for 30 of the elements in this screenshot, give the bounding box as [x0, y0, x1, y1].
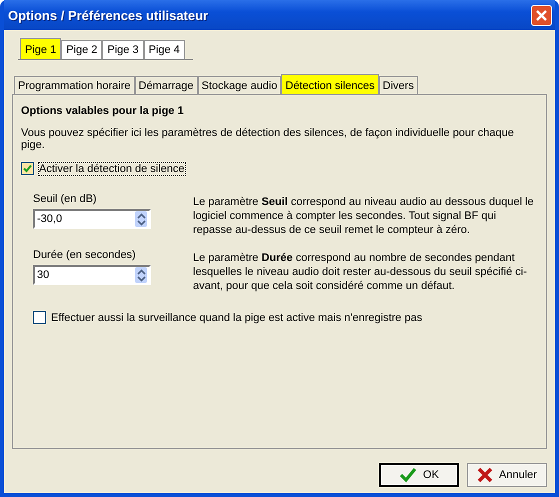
- field-description: Le paramètre Durée correspond au nombre de secondes pendant lesquelles le niveau audio doit rester au-dessous du seuil spécifié ci-avant, pour que cela soit considéré comme un défaut.: [193, 251, 528, 293]
- checkbox-label[interactable]: Effectuer aussi la surveillance quand la pige est active mais n'enregistre pas: [51, 312, 422, 324]
- tab[interactable]: Démarrage: [134, 76, 198, 94]
- tab[interactable]: Divers: [378, 76, 418, 94]
- section-heading: Options valables pour la pige 1: [21, 105, 185, 117]
- spin-field[interactable]: 30: [33, 265, 151, 285]
- checkbox[interactable]: [21, 162, 34, 175]
- close-icon: [535, 8, 548, 22]
- tab[interactable]: Programmation horaire: [14, 76, 134, 94]
- window-title: Options / Préférences utilisateur: [8, 8, 208, 22]
- spin-arrows-icon[interactable]: [135, 211, 147, 227]
- checkbox-label[interactable]: Activer la détection de silence: [39, 162, 185, 174]
- checkmark-icon: [399, 467, 418, 483]
- tab[interactable]: Détection silences: [281, 74, 379, 94]
- page-tab[interactable]: Pige 3: [102, 40, 144, 59]
- tab[interactable]: Stockage audio: [198, 76, 282, 94]
- ok-button[interactable]: OK: [379, 463, 459, 487]
- checkbox[interactable]: [33, 311, 46, 324]
- intro-text: Vous pouvez spécifier ici les paramètres de détection des silences, de façon individuelle pour chaque pige.: [21, 127, 515, 151]
- cancel-button[interactable]: Annuler: [467, 463, 547, 487]
- page-tab[interactable]: Pige 1: [20, 38, 62, 59]
- field-label: Durée (en secondes): [33, 249, 137, 261]
- cross-icon: [477, 467, 494, 483]
- field-label: Seuil (en dB): [33, 193, 98, 205]
- spin-arrows-icon[interactable]: [135, 267, 147, 283]
- page-tab[interactable]: Pige 2: [61, 40, 102, 59]
- close-button[interactable]: [531, 4, 552, 26]
- field-description: Le paramètre Seuil correspond au niveau audio au dessous duquel le logiciel commence à compter les secondes. Tout signal BF qui repasse au-dessus de ce seuil remet le compteur à zéro.: [193, 195, 535, 237]
- spin-field[interactable]: -30,0: [33, 209, 151, 229]
- page-tab[interactable]: Pige 4: [144, 40, 185, 59]
